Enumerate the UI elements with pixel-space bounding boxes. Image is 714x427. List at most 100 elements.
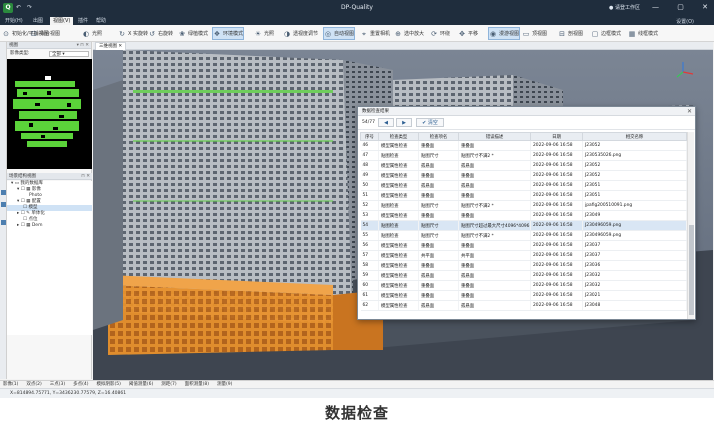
table-row[interactable]: 52 贴图检查 贴图尺寸 贴图尺寸不满2 * 2022-09-06 16:58 jpafi… (360, 200, 687, 211)
object-icon[interactable] (1, 202, 6, 207)
table-cell: 2022-09-06 16:58 (530, 290, 583, 301)
toolbar-button-14[interactable]: ◉ 漫游视图 (488, 27, 521, 40)
table-row[interactable]: 47 贴图检查 贴图尺寸 贴图尺寸不满2 * 2022-09-06 16:58 J2305… (360, 150, 687, 161)
next-result-button[interactable]: ▶ (396, 118, 412, 127)
toolbar-button-10[interactable]: ⌖ 重置相机 (360, 27, 390, 40)
measure-tool-4[interactable]: 模拟阴影(5) (97, 382, 121, 387)
tab-plugins[interactable]: 插件 (75, 17, 91, 25)
window-controls: — ▢ ✕ (636, 3, 708, 11)
toolbar-button-13[interactable]: ✥ 平移 (458, 27, 478, 40)
toolbar-button-label: 平移 (468, 31, 479, 37)
clear-results-button[interactable]: ✔ 清空 (416, 118, 444, 127)
tree-row[interactable]: ▸ ☐ ▦ Dem (7, 223, 92, 229)
measure-tool-7[interactable]: 面积测量(8) (185, 382, 209, 387)
toolbar-button-label: 漫游视图 (499, 31, 520, 37)
tab-home[interactable]: 开始(H) (2, 17, 26, 25)
toolbar-button-3[interactable]: ↻ X 实旋转 (118, 27, 148, 40)
table-row[interactable]: 57 模型属性检查 共平面 共平面 2022-09-06 16:58 J23037 (360, 250, 687, 261)
toolbar-button-1[interactable]: ⊡ 拟合视图 (30, 27, 60, 40)
auto-view-icon: ◎ (324, 29, 332, 38)
table-row[interactable]: 56 模型属性检查 重叠面 重叠面 2022-09-06 16:58 J23037 (360, 240, 687, 251)
table-row[interactable]: 60 模型属性检查 重叠面 重叠面 2022-09-06 16:58 J23032 (360, 280, 687, 291)
table-row[interactable]: 62 模型属性检查 孤悬面 孤悬面 2022-09-06 16:58 J23048 (360, 300, 687, 311)
toolbar-button-9[interactable]: ◎ 自动视图 (323, 27, 356, 40)
rotate-right-icon: ↺ (149, 29, 155, 38)
toolbar-button-8[interactable]: ◑ 透视度调节 (283, 27, 318, 40)
table-cell: 55 (360, 230, 379, 241)
col-target-name[interactable]: 相交名称 (582, 132, 687, 141)
table-cell: 重叠面 (458, 290, 531, 301)
toolbar-button-4[interactable]: ↺ 右旋转 (148, 27, 173, 40)
scrollbar-thumb[interactable] (689, 225, 694, 315)
maximize-icon[interactable]: ▢ (677, 3, 684, 11)
toolbar-button-2[interactable]: ◐ 光照 (82, 27, 102, 40)
table-row[interactable]: 54 贴图检查 贴图尺寸 贴图尺寸超过最大尺寸4096*4096 2022-09-06 … (360, 220, 687, 231)
toolbar-button-5[interactable]: ❀ 绿植模式 (178, 27, 208, 40)
table-cell: 模型属性检查 (378, 210, 419, 221)
tab-output[interactable]: 出图 (30, 17, 46, 25)
table-row[interactable]: 61 模型属性检查 重叠面 重叠面 2022-09-06 16:58 J23021 (360, 290, 687, 301)
measure-tool-1[interactable]: 双点(2) (26, 382, 41, 387)
ribbon-toolbar: ⊙ 初始化/平铺视图 ⊡ 拟合视图 ◐ 光照 ↻ X 实旋转 ↺ 右旋转 ❀ 绿植模式 ❖ 环境模式 ☀ 光照… (0, 25, 714, 42)
list-icon[interactable] (1, 220, 6, 225)
table-row[interactable]: 53 模型属性检查 重叠面 重叠面 2022-09-06 16:58 J23049 (360, 210, 687, 221)
panel-buttons[interactable]: ⊓ ✕ (81, 173, 90, 180)
camera-icon: ⌖ (362, 29, 366, 38)
table-row[interactable]: 50 模型属性检查 孤悬面 孤悬面 2022-09-06 16:58 J23051 (360, 180, 687, 191)
panel-buttons[interactable]: ▾ ⊓ ✕ (77, 42, 89, 49)
window-title: DP-Quality (341, 4, 373, 11)
table-cell: 52 (360, 200, 379, 211)
toolbar-button-11[interactable]: ⊕ 选中放大 (394, 27, 424, 40)
col-check-item[interactable]: 检查项名 (418, 132, 459, 141)
tab-3d-view[interactable]: 三维视图 ✕ (95, 42, 127, 50)
measure-tool-2[interactable]: 三点(3) (50, 382, 65, 387)
table-cell: 贴图尺寸 (418, 150, 459, 161)
table-row[interactable]: 55 贴图检查 贴图尺寸 贴图尺寸不满2 * 2022-09-06 16:58 J2304… (360, 230, 687, 241)
measure-tool-8[interactable]: 测量(9) (217, 382, 232, 387)
tab-view[interactable]: 视图(V) (50, 17, 74, 25)
minimap-panel-header: 视图 ▾ ⊓ ✕ (7, 42, 91, 49)
measure-tool-5[interactable]: 阈值测量(6) (129, 382, 153, 387)
tab-help[interactable]: 帮助 (93, 17, 109, 25)
close-icon[interactable]: ✕ (702, 3, 708, 11)
toolbar-button-label: 拟合视图 (40, 31, 61, 37)
pan-icon: ✥ (459, 29, 465, 38)
toolbar-button-label: 绿植模式 (188, 31, 209, 37)
dialog-close-icon[interactable]: ✕ (687, 107, 692, 116)
measure-tool-3[interactable]: 多点(4) (73, 382, 88, 387)
measure-tool-6[interactable]: 测距(7) (161, 382, 176, 387)
table-row[interactable]: 51 模型属性检查 重叠面 重叠面 2022-09-06 16:58 J23051 (360, 190, 687, 201)
table-cell: 孤悬面 (458, 160, 531, 171)
table-row[interactable]: 46 模型属性检查 重叠面 重叠面 2022-09-06 16:58 J23052 (360, 140, 687, 151)
table-cell: jpafig200510091.png (582, 200, 687, 211)
toolbar-button-6[interactable]: ❖ 环境模式 (212, 27, 245, 40)
toolbar-button-18[interactable]: ▦ 线框模式 (628, 27, 658, 40)
toolbar-button-7[interactable]: ☀ 光照 (254, 27, 274, 40)
prev-result-button[interactable]: ◀ (378, 118, 394, 127)
settings-menu[interactable]: 设置(O) (676, 18, 694, 25)
minimize-icon[interactable]: — (652, 3, 659, 11)
measure-tool-0[interactable]: 影像(1) (3, 382, 18, 387)
layer-icon[interactable] (1, 190, 6, 195)
ribbon-tabs: 开始(H) 出图 视图(V) 插件 帮助 设置(O) (0, 16, 714, 25)
col-check-type[interactable]: 检查类型 (378, 132, 419, 141)
table-row[interactable]: 48 模型属性检查 孤悬面 孤悬面 2022-09-06 16:58 J23052 (360, 160, 687, 171)
image-type-select[interactable]: 全部 ▾ (49, 51, 89, 57)
toolbar-button-15[interactable]: ▭ 顶视图 (522, 27, 547, 40)
toolbar-button-label: 边框模式 (601, 31, 622, 37)
walk-icon: ◉ (489, 29, 497, 38)
col-error-desc[interactable]: 错误描述 (458, 132, 531, 141)
table-row[interactable]: 58 模型属性检查 重叠面 重叠面 2022-09-06 16:58 J23036 (360, 260, 687, 271)
application-window: Q ↶ ↷ DP-Quality ● 请登工作区 — ▢ ✕ 开始(H) 出图 … (0, 0, 714, 398)
toolbar-button-17[interactable]: ▢ 边框模式 (591, 27, 621, 40)
col-index[interactable]: 序号 (360, 132, 379, 141)
table-row[interactable]: 49 模型属性检查 重叠面 重叠面 2022-09-06 16:58 J23052 (360, 170, 687, 181)
minimap-canvas (13, 76, 81, 147)
col-date[interactable]: 日期 (530, 132, 583, 141)
table-row[interactable]: 59 模型属性检查 孤悬面 孤悬面 2022-09-06 16:58 J23032 (360, 270, 687, 281)
table-cell: 重叠面 (458, 190, 531, 201)
toolbar-button-16[interactable]: ⊟ 剖视图 (558, 27, 583, 40)
minimap[interactable] (7, 59, 92, 169)
dialog-scrollbar[interactable] (687, 132, 694, 319)
toolbar-button-12[interactable]: ⟳ 环绕 (430, 27, 450, 40)
